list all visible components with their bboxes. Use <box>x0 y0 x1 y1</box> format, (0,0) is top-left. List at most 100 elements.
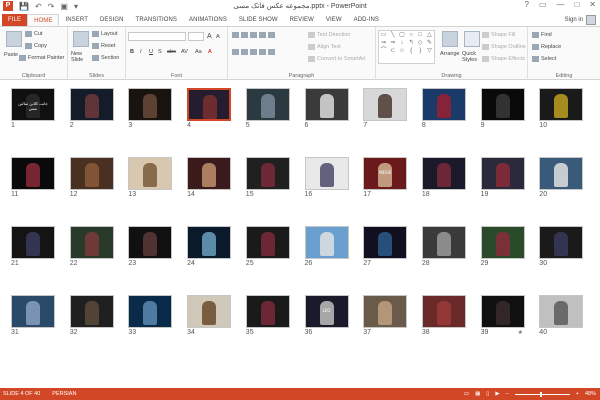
slide-thumbnail[interactable]: 32 <box>69 295 114 337</box>
slide-thumbnail[interactable]: 11 <box>11 157 55 199</box>
slide-thumbnail[interactable]: 30 <box>539 226 584 268</box>
arrange-icon[interactable] <box>442 31 458 47</box>
alignment-buttons[interactable] <box>232 49 275 55</box>
shape-effects-button[interactable]: Shape Effects <box>482 56 525 62</box>
slide-image[interactable]: MESSI <box>363 157 408 190</box>
slide-image[interactable] <box>304 157 349 190</box>
save-icon[interactable]: 💾 <box>19 2 29 11</box>
minimize-icon[interactable]: — <box>556 0 564 9</box>
close-icon[interactable]: ✕ <box>589 0 596 9</box>
slide-thumbnail[interactable]: 34 <box>187 295 232 337</box>
customize-icon[interactable]: ▾ <box>74 2 78 11</box>
slide-thumbnail[interactable]: 6 <box>304 88 349 130</box>
slide-image[interactable] <box>187 88 232 121</box>
help-icon[interactable]: ? <box>524 0 528 9</box>
shape-diamond[interactable]: ◇ <box>416 39 425 47</box>
shape-oval[interactable]: ○ <box>407 31 416 39</box>
slide-image[interactable] <box>539 88 584 121</box>
underline-button[interactable]: U <box>149 49 153 55</box>
slide-image[interactable] <box>363 226 408 259</box>
character-spacing-button[interactable]: AV <box>181 49 188 55</box>
italic-button[interactable]: I <box>140 49 142 55</box>
slide-thumbnail[interactable]: 33 <box>128 295 173 337</box>
shape-arrow-right[interactable]: ⇒ <box>379 39 388 47</box>
shape-brace-right[interactable]: } <box>416 47 425 55</box>
slide-thumbnail[interactable]: 26 <box>304 226 349 268</box>
slide-image[interactable] <box>480 157 525 190</box>
shape-bracket[interactable]: ⊂ <box>388 47 397 55</box>
quick-styles-button[interactable]: Quick Styles <box>462 51 480 63</box>
shape-bent-arrow[interactable]: ↰ <box>407 39 416 47</box>
tab-insert[interactable]: INSERT <box>59 14 94 26</box>
slide-image[interactable]: جانت کلاین سالین سس <box>11 88 55 121</box>
shape-arrow-right-2[interactable]: ⇒ <box>388 39 397 47</box>
slide-thumbnail[interactable]: 12 <box>69 157 114 199</box>
slide-image[interactable] <box>11 157 55 190</box>
slide-thumbnail[interactable]: 22 <box>69 226 114 268</box>
slide-image[interactable] <box>539 226 584 259</box>
convert-to-smartart-button[interactable]: Convert to SmartArt <box>308 56 366 62</box>
shapes-gallery[interactable]: ▭ ╲ ▢ ○ □ △ ⇒ ⇒ ↓ ↰ ◇ ✎ ⌒ ⊂ ☆ { } ▽ <box>378 30 435 64</box>
slide-image[interactable] <box>245 157 290 190</box>
slide-thumbnail[interactable]: 2 <box>69 88 114 130</box>
slide-thumbnail[interactable]: LEO 36 <box>304 295 349 337</box>
slide-image[interactable] <box>363 88 408 121</box>
language-indicator[interactable]: PERSIAN <box>52 391 76 397</box>
slide-thumbnail[interactable]: 13 <box>128 157 173 199</box>
slide-thumbnail[interactable]: 40 <box>539 295 584 337</box>
cut-button[interactable]: Cut <box>25 31 43 37</box>
slide-thumbnail[interactable]: 15 <box>245 157 290 199</box>
font-color-button[interactable]: A <box>208 49 212 55</box>
slide-image[interactable] <box>421 226 466 259</box>
tab-design[interactable]: DESIGN <box>94 14 130 26</box>
slide-image[interactable] <box>363 295 408 328</box>
bold-button[interactable]: B <box>130 49 134 55</box>
tab-file[interactable]: FILE <box>2 14 28 26</box>
start-from-beginning-icon[interactable]: ▣ <box>60 2 68 11</box>
slide-image[interactable] <box>187 157 232 190</box>
shape-square[interactable]: □ <box>416 31 425 39</box>
slide-thumbnail[interactable]: 9 <box>480 88 525 130</box>
reset-button[interactable]: Reset <box>92 43 115 49</box>
slide-image[interactable] <box>245 88 290 121</box>
shape-line[interactable]: ╲ <box>388 31 397 39</box>
sign-in-label[interactable]: Sign in <box>565 17 583 23</box>
slide-image[interactable] <box>245 226 290 259</box>
zoom-slider[interactable] <box>514 391 570 397</box>
slide-thumbnail[interactable]: 16 <box>304 157 349 199</box>
shapes-more[interactable]: ▽ <box>425 47 434 55</box>
slide-show-icon[interactable]: ▶ <box>495 391 499 397</box>
zoom-in-icon[interactable]: + <box>576 391 579 397</box>
tab-view[interactable]: VIEW <box>320 14 348 26</box>
slide-thumbnail[interactable]: 10 <box>539 88 584 130</box>
shape-rectangle[interactable]: ▭ <box>379 31 388 39</box>
paste-icon[interactable] <box>6 31 22 47</box>
slide-thumbnail[interactable]: 31 <box>11 295 55 337</box>
transition-star-icon[interactable]: ★ <box>518 329 523 336</box>
slide-image[interactable] <box>11 226 55 259</box>
slide-image[interactable] <box>539 157 584 190</box>
normal-view-icon[interactable]: ▭ <box>464 391 469 397</box>
slide-image[interactable] <box>11 295 55 328</box>
slide-image[interactable]: LEO <box>304 295 349 328</box>
avatar[interactable] <box>586 15 596 25</box>
slide-image[interactable] <box>69 226 114 259</box>
slide-image[interactable] <box>480 226 525 259</box>
slide-thumbnail[interactable]: 7 <box>363 88 408 130</box>
zoom-level[interactable]: 48% <box>585 391 596 397</box>
redo-icon[interactable]: ↷ <box>48 2 55 11</box>
slide-thumbnail[interactable]: 39 ★ <box>480 295 525 337</box>
slide-thumbnail[interactable]: 3 <box>128 88 173 130</box>
slide-image[interactable] <box>480 295 525 328</box>
slide-image[interactable] <box>421 157 466 190</box>
slide-thumbnail[interactable]: 4 <box>187 88 232 130</box>
slide-image[interactable] <box>304 226 349 259</box>
text-direction-button[interactable]: Text Direction <box>308 32 350 38</box>
tab-review[interactable]: REVIEW <box>284 14 320 26</box>
replace-button[interactable]: Replace <box>532 44 561 50</box>
slide-image[interactable] <box>187 226 232 259</box>
slide-image[interactable] <box>304 88 349 121</box>
slide-thumbnail[interactable]: 14 <box>187 157 232 199</box>
shrink-font-button[interactable]: A <box>216 34 220 40</box>
shape-fill-button[interactable]: Shape Fill <box>482 32 515 38</box>
